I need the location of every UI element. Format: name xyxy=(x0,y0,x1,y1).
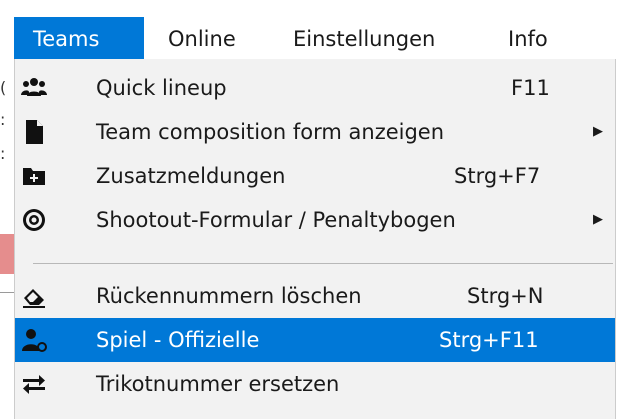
menu-item-team-composition-form[interactable]: Team composition form anzeigen ▶ xyxy=(15,110,615,154)
submenu-arrow-icon: ▶ xyxy=(593,124,603,139)
menu-item-rueckennummern-loeschen[interactable]: Rückennummern löschen Strg+N xyxy=(15,274,615,318)
menu-item-shortcut: Strg+F11 xyxy=(439,328,539,352)
menu-item-shootout-formular[interactable]: Shootout-Formular / Penaltybogen ▶ xyxy=(15,198,615,242)
menu-item-label: Spiel - Offizielle xyxy=(96,328,260,352)
menu-item-spiel-offizielle[interactable]: Spiel - Offizielle Strg+F11 xyxy=(15,318,615,362)
file-icon xyxy=(21,119,47,145)
menu-item-zusatzmeldungen[interactable]: Zusatzmeldungen Strg+F7 xyxy=(15,154,615,198)
menu-teams[interactable]: Teams xyxy=(14,17,144,61)
menu-einstellungen[interactable]: Einstellungen xyxy=(293,17,435,61)
teams-dropdown-menu: Quick lineup F11 Team composition form a… xyxy=(14,59,616,419)
menu-item-label: Shootout-Formular / Penaltybogen xyxy=(96,208,456,232)
menu-item-label: Team composition form anzeigen xyxy=(96,120,445,144)
menu-item-label: Zusatzmeldungen xyxy=(96,164,286,188)
menu-item-shortcut: Strg+N xyxy=(467,284,544,308)
swap-arrows-icon xyxy=(21,371,47,397)
menu-item-shortcut: Strg+F7 xyxy=(454,164,541,188)
background-mark: : xyxy=(0,110,6,129)
eraser-icon xyxy=(21,283,47,309)
menu-info[interactable]: Info xyxy=(508,17,548,61)
submenu-arrow-icon: ▶ xyxy=(593,212,603,227)
menu-item-label: Trikotnummer ersetzen xyxy=(96,372,340,396)
menu-item-trikotnummer-ersetzen[interactable]: Trikotnummer ersetzen xyxy=(15,362,615,406)
user-official-icon xyxy=(21,327,47,353)
background-mark: : xyxy=(0,144,6,163)
target-icon xyxy=(21,207,47,233)
background-mark: ( xyxy=(0,78,7,97)
menu-item-label: Quick lineup xyxy=(96,76,227,100)
menu-separator xyxy=(33,263,613,264)
menu-item-shortcut: F11 xyxy=(511,76,550,100)
users-icon xyxy=(21,75,47,101)
menu-item-label: Rückennummern löschen xyxy=(96,284,362,308)
menu-online[interactable]: Online xyxy=(168,17,236,61)
menu-item-quick-lineup[interactable]: Quick lineup F11 xyxy=(15,66,615,110)
menu-bar: Teams Online Einstellungen Info xyxy=(0,0,630,61)
folder-plus-icon xyxy=(21,163,47,189)
